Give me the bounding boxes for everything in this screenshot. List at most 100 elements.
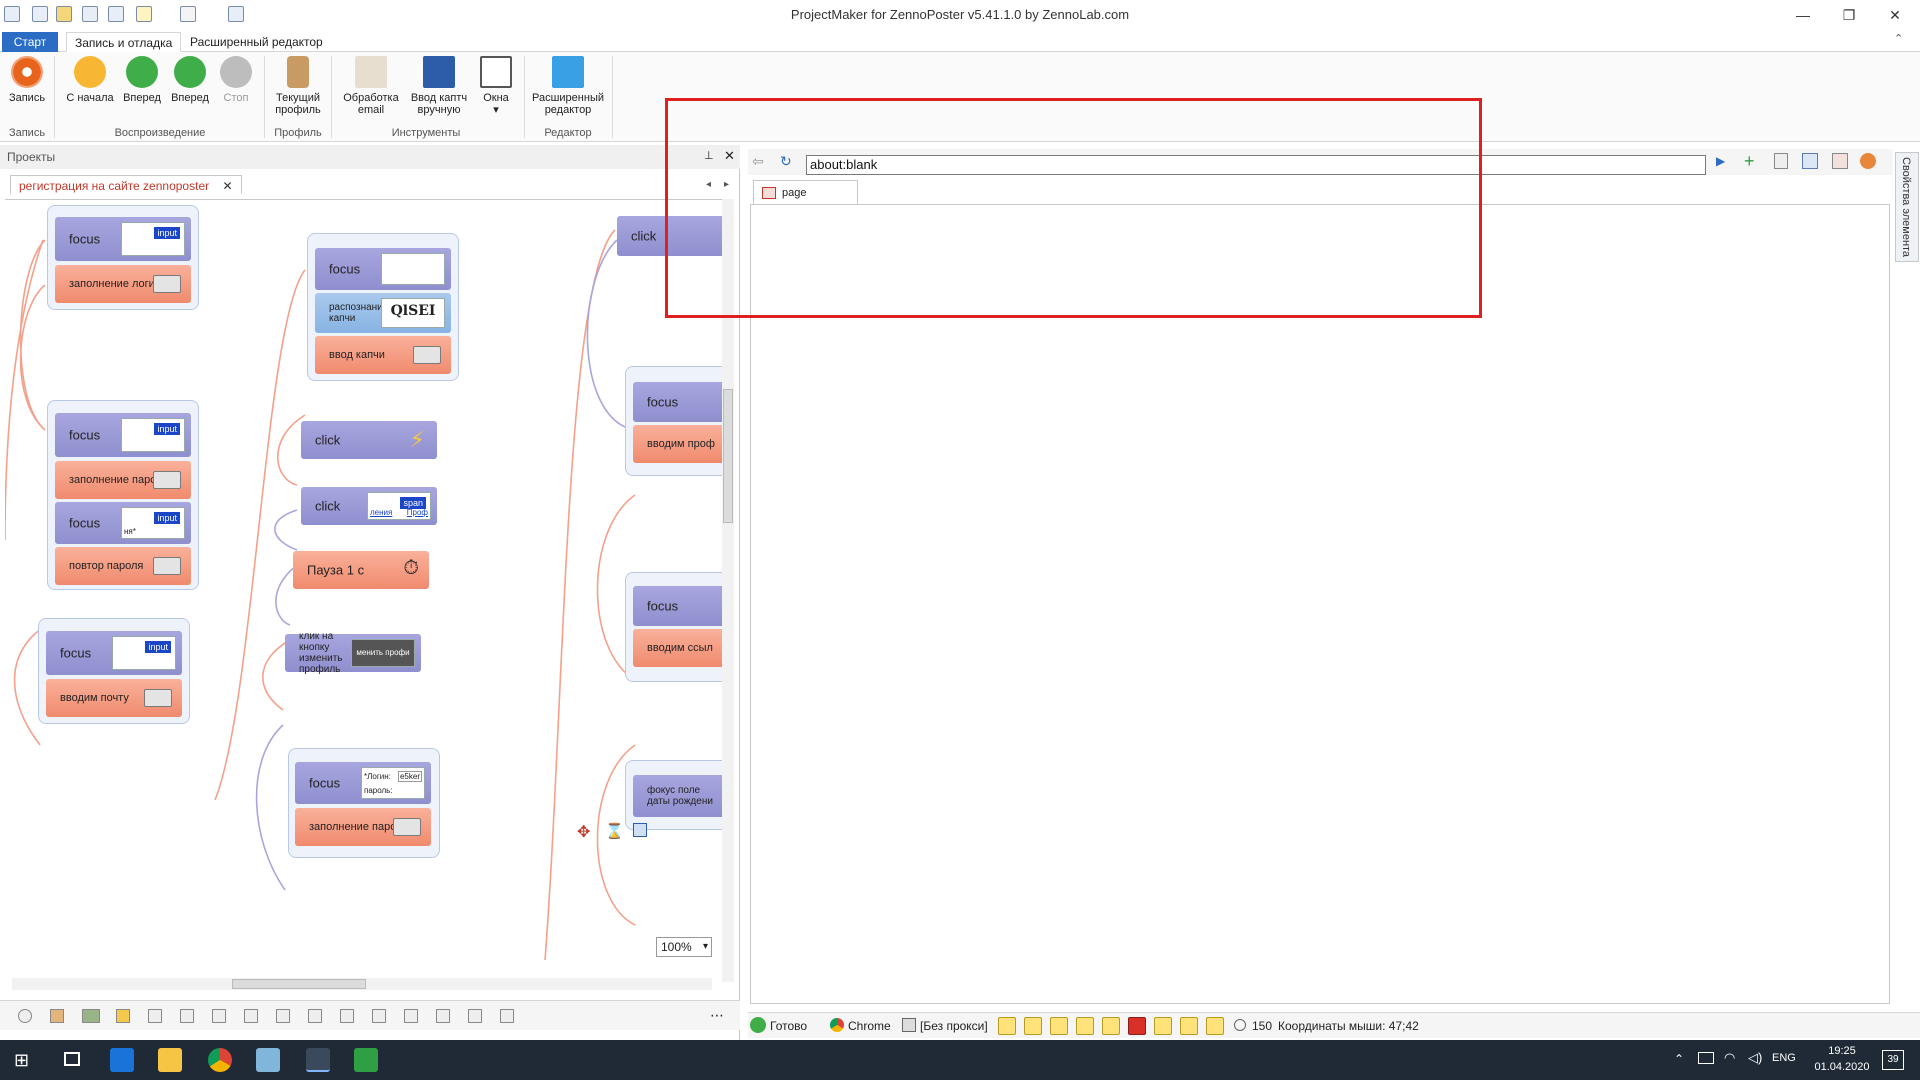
windows-start-icon[interactable]: ⊞ <box>14 1050 29 1071</box>
show-hidden-icons-icon[interactable]: ⌃ <box>1674 1052 1684 1066</box>
hourglass-icon[interactable]: ⌛ <box>605 822 624 840</box>
settings-icon[interactable] <box>18 1009 32 1023</box>
email-processing-button[interactable]: Обработка email <box>336 56 406 116</box>
action-node[interactable]: распознание капчи QlSEI <box>315 293 451 333</box>
action-node[interactable]: focus input <box>55 217 191 261</box>
action-node[interactable]: ввод капчи <box>315 336 451 374</box>
project-document-tab[interactable]: регистрация на сайте zennoposter ✕ <box>10 175 242 195</box>
align-icon[interactable] <box>436 1009 450 1023</box>
action-node[interactable]: фокус поле даты рождени <box>633 775 723 817</box>
toggle-scripts-icon[interactable] <box>1050 1017 1068 1035</box>
action-node[interactable]: focus <box>315 248 451 290</box>
lock-icon[interactable] <box>116 1009 130 1023</box>
action-node[interactable]: focus input <box>55 413 191 457</box>
volume-icon[interactable]: ◁) <box>1748 1050 1762 1066</box>
horizontal-scrollbar[interactable] <box>12 978 712 990</box>
toggle-frames-icon[interactable] <box>1024 1017 1042 1035</box>
action-node[interactable]: вводим ссыл <box>633 629 723 667</box>
flash-icon[interactable] <box>1128 1017 1146 1035</box>
browser-viewport[interactable] <box>750 204 1890 1004</box>
explorer-icon[interactable] <box>158 1048 182 1072</box>
user-icon[interactable] <box>50 1009 64 1023</box>
status-proxy[interactable]: [Без прокси] <box>920 1019 988 1033</box>
manual-captcha-button[interactable]: Ввод каптч вручную <box>406 56 472 116</box>
forward-step-button[interactable]: Вперед <box>168 56 212 104</box>
scroll-thumb[interactable] <box>232 979 366 989</box>
variables-icon[interactable] <box>82 1009 100 1023</box>
clock-time[interactable]: 19:25 <box>1812 1045 1872 1057</box>
align-icon[interactable] <box>148 1009 162 1023</box>
chrome-taskbar-icon[interactable] <box>208 1048 232 1072</box>
record-button[interactable]: Запись <box>6 56 48 104</box>
notifications-icon[interactable]: 39 <box>1882 1050 1904 1070</box>
tab-start[interactable]: Старт <box>2 32 58 52</box>
align-icon[interactable] <box>468 1009 482 1023</box>
zoom-select[interactable]: 100% ▾ <box>656 937 712 957</box>
action-node[interactable]: клик на кнопку изменить профиль менить п… <box>285 631 421 675</box>
action-node[interactable]: повтор пароля <box>55 547 191 585</box>
minimize-button[interactable]: — <box>1780 0 1826 30</box>
action-node[interactable]: вводим почту <box>46 679 182 717</box>
element-properties-side-tab[interactable]: Свойства элемента <box>1895 152 1919 262</box>
align-icon[interactable] <box>276 1009 290 1023</box>
align-icon[interactable] <box>340 1009 354 1023</box>
zennoposter-taskbar-icon[interactable] <box>306 1048 330 1072</box>
task-view-icon[interactable] <box>64 1052 80 1066</box>
align-icon[interactable] <box>372 1009 386 1023</box>
from-start-button[interactable]: С начала <box>64 56 116 104</box>
action-node[interactable]: focus input ня* <box>55 502 191 544</box>
cookie-icon[interactable] <box>1860 153 1876 169</box>
toggle-sound-icon[interactable] <box>1206 1017 1224 1035</box>
action-node[interactable]: заполнение пароля <box>295 808 431 846</box>
action-node[interactable]: вводим проф <box>633 425 723 463</box>
notepad-taskbar-icon[interactable] <box>354 1048 378 1072</box>
close-tab-icon[interactable]: ✕ <box>222 179 232 193</box>
align-icon[interactable] <box>500 1009 514 1023</box>
screenshot-icon[interactable] <box>1802 153 1818 169</box>
add-icon[interactable]: + <box>1744 151 1755 172</box>
clear-icon[interactable] <box>1832 153 1848 169</box>
toggle-activex-icon[interactable] <box>1180 1017 1198 1035</box>
forward-button[interactable]: Вперед <box>120 56 164 104</box>
stop-button[interactable]: Стоп <box>216 56 256 104</box>
clock-date[interactable]: 01.04.2020 <box>1806 1061 1878 1073</box>
action-node[interactable]: focus input <box>46 631 182 675</box>
status-browser[interactable]: Chrome <box>848 1019 891 1033</box>
tab-record-debug[interactable]: Запись и отладка <box>66 32 182 52</box>
align-icon[interactable] <box>308 1009 322 1023</box>
restore-button[interactable]: ❐ <box>1826 0 1872 30</box>
current-profile-button[interactable]: Текущий профиль <box>272 56 324 116</box>
action-node[interactable]: focus *Логин: e5ker пароль: <box>295 762 431 804</box>
align-icon[interactable] <box>244 1009 258 1023</box>
battery-icon[interactable] <box>1698 1052 1714 1064</box>
toggle-events-icon[interactable] <box>1102 1017 1120 1035</box>
extended-editor-button[interactable]: Расширенный редактор <box>530 56 606 116</box>
scroll-thumb[interactable] <box>723 389 733 523</box>
action-node[interactable]: Пауза 1 с ⏱ <box>293 551 429 589</box>
language-indicator[interactable]: ENG <box>1772 1052 1796 1064</box>
fit-view-icon[interactable] <box>633 823 647 837</box>
toggle-plugins-icon[interactable] <box>1154 1017 1172 1035</box>
toggle-popups-icon[interactable] <box>1076 1017 1094 1035</box>
action-node[interactable]: focus <box>633 586 723 626</box>
align-icon[interactable] <box>180 1009 194 1023</box>
page-source-icon[interactable] <box>1774 153 1788 169</box>
wifi-icon[interactable]: ◠ <box>1724 1050 1735 1066</box>
project-canvas[interactable]: focus input заполнение логина focus inpu… <box>5 199 723 982</box>
go-icon[interactable]: ▶ <box>1716 154 1725 168</box>
close-button[interactable]: ✕ <box>1872 0 1918 30</box>
action-node[interactable]: click span ления Проф <box>301 487 437 525</box>
more-icon[interactable]: ⋯ <box>710 1007 724 1024</box>
tab-extended-editor[interactable]: Расширенный редактор <box>182 32 331 52</box>
toggle-images-icon[interactable] <box>998 1017 1016 1035</box>
collapse-ribbon-icon[interactable]: ⌃ <box>1894 32 1903 45</box>
edge-icon[interactable] <box>110 1048 134 1072</box>
windows-dropdown[interactable]: Окна ▾ <box>476 56 516 116</box>
action-node[interactable]: заполнение логина <box>55 265 191 303</box>
action-node[interactable]: click ⚡ <box>301 421 437 459</box>
action-node[interactable]: заполнение пароля <box>55 461 191 499</box>
align-icon[interactable] <box>404 1009 418 1023</box>
app-taskbar-icon[interactable] <box>256 1048 280 1072</box>
align-icon[interactable] <box>212 1009 226 1023</box>
action-node[interactable]: focus <box>633 382 723 422</box>
